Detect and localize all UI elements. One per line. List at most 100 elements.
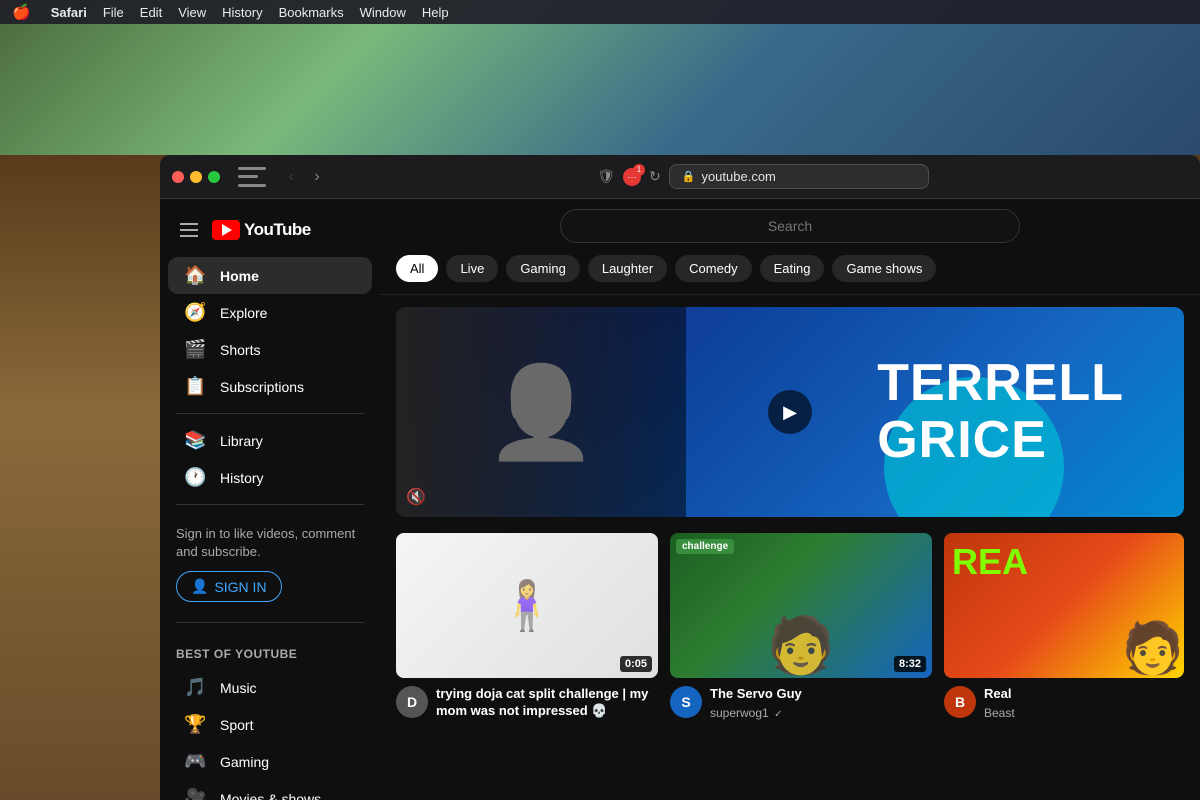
help-menu[interactable]: Help: [422, 5, 449, 20]
youtube-topbar: [380, 199, 1200, 243]
youtube-header: YouTube: [160, 207, 380, 257]
video-card-2[interactable]: challenge 🧑 8:32 S The Servo Guy superwo…: [670, 533, 932, 723]
filter-bar: All Live Gaming Laughter Comedy Eating G…: [380, 243, 1200, 295]
filter-live[interactable]: Live: [446, 255, 498, 282]
maximize-button[interactable]: [208, 171, 220, 183]
video-title-1: trying doja cat split challenge | my mom…: [436, 686, 658, 720]
sidebar-subscriptions-label: Subscriptions: [220, 379, 304, 395]
sidebar-history-label: History: [220, 470, 264, 486]
hamburger-button[interactable]: [176, 219, 202, 241]
edit-menu[interactable]: Edit: [140, 5, 162, 20]
subscriptions-icon: 📋: [184, 376, 206, 397]
sign-in-text: Sign in to like videos, comment and subs…: [176, 525, 364, 561]
sidebar-library-label: Library: [220, 433, 263, 449]
sidebar-item-explore[interactable]: 🧭 Explore: [168, 294, 372, 331]
file-menu[interactable]: File: [103, 5, 124, 20]
channel-avatar-3: B: [944, 686, 976, 718]
filter-eating[interactable]: Eating: [760, 255, 825, 282]
channel-avatar-2: S: [670, 686, 702, 718]
bookmarks-menu[interactable]: Bookmarks: [279, 5, 344, 20]
hero-mute-icon[interactable]: 🔇: [406, 487, 426, 507]
video-grid: 👤 TERRELLGRICE ▶ 🔇 🧍‍♀️ 0:05: [380, 295, 1200, 800]
apple-menu-icon[interactable]: 🍎: [12, 3, 31, 21]
notification-badge: 1: [633, 164, 645, 176]
sidebar-music-label: Music: [220, 680, 257, 696]
hero-play-button[interactable]: ▶: [768, 390, 812, 434]
youtube-logo-icon: [212, 220, 240, 240]
sidebar-item-history[interactable]: 🕐 History: [168, 459, 372, 496]
history-icon: 🕐: [184, 467, 206, 488]
video-card-1[interactable]: 🧍‍♀️ 0:05 D trying doja cat split challe…: [396, 533, 658, 723]
sidebar-item-shorts[interactable]: 🎬 Shorts: [168, 331, 372, 368]
sidebar-item-subscriptions[interactable]: 📋 Subscriptions: [168, 368, 372, 405]
best-of-section: BEST OF YOUTUBE 🎵 Music 🏆 Sport 🎮 Gaming…: [160, 631, 380, 800]
window-menu[interactable]: Window: [360, 5, 406, 20]
video-meta-3: Real Beast: [984, 686, 1184, 720]
search-input[interactable]: [560, 209, 1020, 243]
video-card-3[interactable]: REA 🧑 B Real Beast: [944, 533, 1184, 723]
video-real-text: REA: [952, 541, 1028, 583]
sidebar-item-library[interactable]: 📚 Library: [168, 422, 372, 459]
explore-icon: 🧭: [184, 302, 206, 323]
video-channel-2: superwog1 ✓: [710, 706, 932, 720]
filter-game-shows[interactable]: Game shows: [832, 255, 936, 282]
browser-chrome: ‹ › 🛡 ··· 1 ↻ 🔒 youtube.com: [160, 155, 1200, 199]
hero-face-image: 👤: [396, 307, 686, 517]
sidebar-sport-label: Sport: [220, 717, 253, 733]
home-icon: 🏠: [184, 265, 206, 286]
sign-in-label: SIGN IN: [214, 579, 266, 595]
browser-window: ‹ › 🛡 ··· 1 ↻ 🔒 youtube.com: [160, 155, 1200, 800]
address-bar-area: 🛡 ··· 1 ↻ 🔒 youtube.com: [338, 164, 1188, 189]
back-button[interactable]: ‹: [280, 166, 302, 188]
sidebar-item-music[interactable]: 🎵 Music: [168, 669, 372, 706]
sidebar-item-gaming[interactable]: 🎮 Gaming: [168, 743, 372, 780]
video-thumb-3: REA 🧑: [944, 533, 1184, 678]
video-title-3: Real: [984, 686, 1184, 703]
video-tag: challenge: [676, 539, 734, 554]
hero-banner[interactable]: 👤 TERRELLGRICE ▶ 🔇: [396, 307, 1184, 517]
sidebar-divider-3: [176, 622, 364, 623]
hero-title: TERRELLGRICE: [877, 355, 1124, 469]
forward-button[interactable]: ›: [306, 166, 328, 188]
history-menu[interactable]: History: [222, 5, 262, 20]
video-meta-2: The Servo Guy superwog1 ✓: [710, 686, 932, 720]
video-info-1: D trying doja cat split challenge | my m…: [396, 686, 658, 723]
video-title-2: The Servo Guy: [710, 686, 932, 703]
youtube-logo[interactable]: YouTube: [212, 220, 311, 240]
url-text: youtube.com: [701, 169, 775, 184]
sidebar-toggle-button[interactable]: [238, 167, 266, 187]
sign-in-section: Sign in to like videos, comment and subs…: [160, 513, 380, 614]
filter-laughter[interactable]: Laughter: [588, 255, 667, 282]
view-menu[interactable]: View: [178, 5, 206, 20]
sidebar-shorts-label: Shorts: [220, 342, 260, 358]
sidebar-item-movies[interactable]: 🎥 Movies & shows: [168, 780, 372, 800]
safari-menu[interactable]: Safari: [51, 5, 87, 20]
filter-gaming[interactable]: Gaming: [506, 255, 580, 282]
sidebar-item-sport[interactable]: 🏆 Sport: [168, 706, 372, 743]
sidebar-item-home[interactable]: 🏠 Home: [168, 257, 372, 294]
music-icon: 🎵: [184, 677, 206, 698]
shield-icon: 🛡: [597, 168, 615, 185]
close-button[interactable]: [172, 171, 184, 183]
video-meta-1: trying doja cat split challenge | my mom…: [436, 686, 658, 723]
refresh-icon[interactable]: ↻: [649, 168, 661, 185]
library-icon: 📚: [184, 430, 206, 451]
verified-badge-2: ✓: [774, 709, 782, 720]
sidebar-divider-2: [176, 504, 364, 505]
shorts-icon: 🎬: [184, 339, 206, 360]
lock-icon: 🔒: [682, 170, 696, 183]
filter-all[interactable]: All: [396, 255, 438, 282]
video-duration-1: 0:05: [620, 656, 652, 672]
sidebar-gaming-label: Gaming: [220, 754, 269, 770]
youtube-main: All Live Gaming Laughter Comedy Eating G…: [380, 199, 1200, 800]
sport-icon: 🏆: [184, 714, 206, 735]
minimize-button[interactable]: [190, 171, 202, 183]
video-thumb-2: challenge 🧑 8:32: [670, 533, 932, 678]
filter-comedy[interactable]: Comedy: [675, 255, 751, 282]
mac-menubar: 🍎 Safari File Edit View History Bookmark…: [0, 0, 1200, 24]
notifications-button[interactable]: ··· 1: [623, 168, 641, 186]
traffic-lights: [172, 171, 220, 183]
address-field[interactable]: 🔒 youtube.com: [669, 164, 929, 189]
sign-in-button[interactable]: 👤 SIGN IN: [176, 571, 282, 602]
sign-in-person-icon: 👤: [191, 578, 208, 595]
